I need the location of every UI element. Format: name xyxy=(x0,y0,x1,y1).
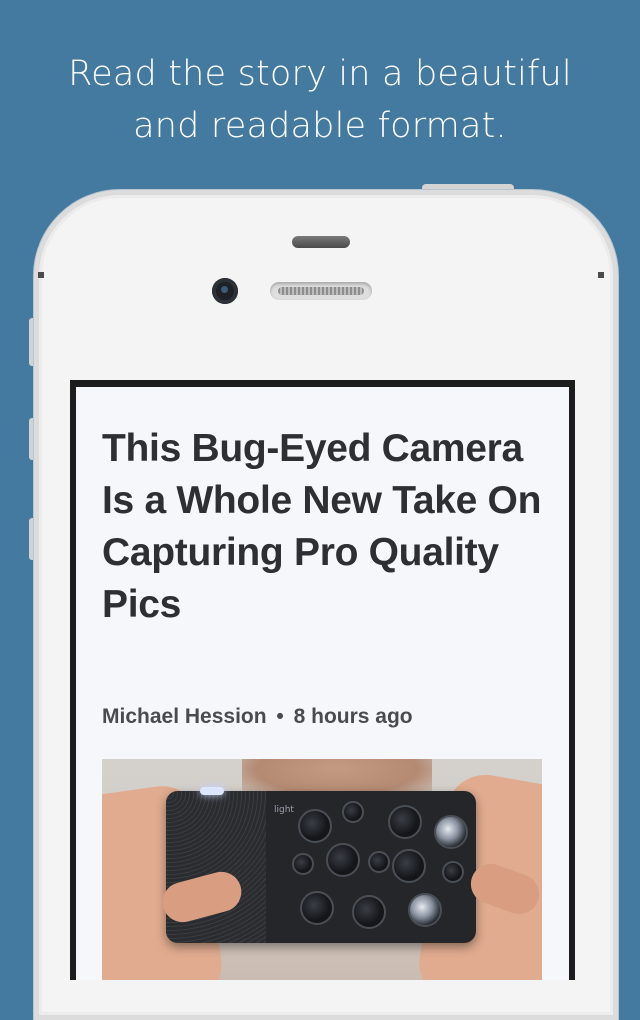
camera-lens-icon xyxy=(434,815,468,849)
article-view[interactable]: This Bug-Eyed Camera Is a Whole New Take… xyxy=(76,387,569,980)
promo-tagline-line2: and readable format. xyxy=(133,106,507,146)
article-byline: Michael Hession • 8 hours ago xyxy=(102,705,413,729)
promo-tagline-line1: Read the story in a beautiful xyxy=(68,54,572,94)
byline-separator: • xyxy=(276,705,284,728)
article-hero-image[interactable]: light xyxy=(102,759,542,980)
camera-lens-icon xyxy=(326,843,360,877)
camera-lens-icon xyxy=(368,851,390,873)
article-author[interactable]: Michael Hession xyxy=(102,705,267,728)
camera-lens-icon xyxy=(442,861,464,883)
earpiece-speaker xyxy=(270,282,372,300)
promo-tagline: Read the story in a beautiful and readab… xyxy=(0,48,640,152)
camera-lens-icon xyxy=(388,805,422,839)
phone-screen: This Bug-Eyed Camera Is a Whole New Take… xyxy=(70,380,575,980)
camera-lens-icon xyxy=(292,853,314,875)
camera-brand-text: light xyxy=(274,805,294,815)
front-camera-icon xyxy=(212,278,238,304)
camera-lens-icon xyxy=(300,891,334,925)
camera-lens-icon xyxy=(298,809,332,843)
antenna-band-right xyxy=(598,272,604,278)
antenna-band-left xyxy=(38,272,44,278)
camera-lens-icon xyxy=(408,893,442,927)
article-time: 8 hours ago xyxy=(293,705,413,728)
camera-lens-icon xyxy=(342,801,364,823)
camera-shutter xyxy=(200,787,224,795)
photo-camera-device: light xyxy=(166,787,476,943)
article-title: This Bug-Eyed Camera Is a Whole New Take… xyxy=(102,427,542,626)
camera-lens-icon xyxy=(352,895,386,929)
camera-lens-icon xyxy=(392,849,426,883)
proximity-sensor xyxy=(292,236,350,248)
